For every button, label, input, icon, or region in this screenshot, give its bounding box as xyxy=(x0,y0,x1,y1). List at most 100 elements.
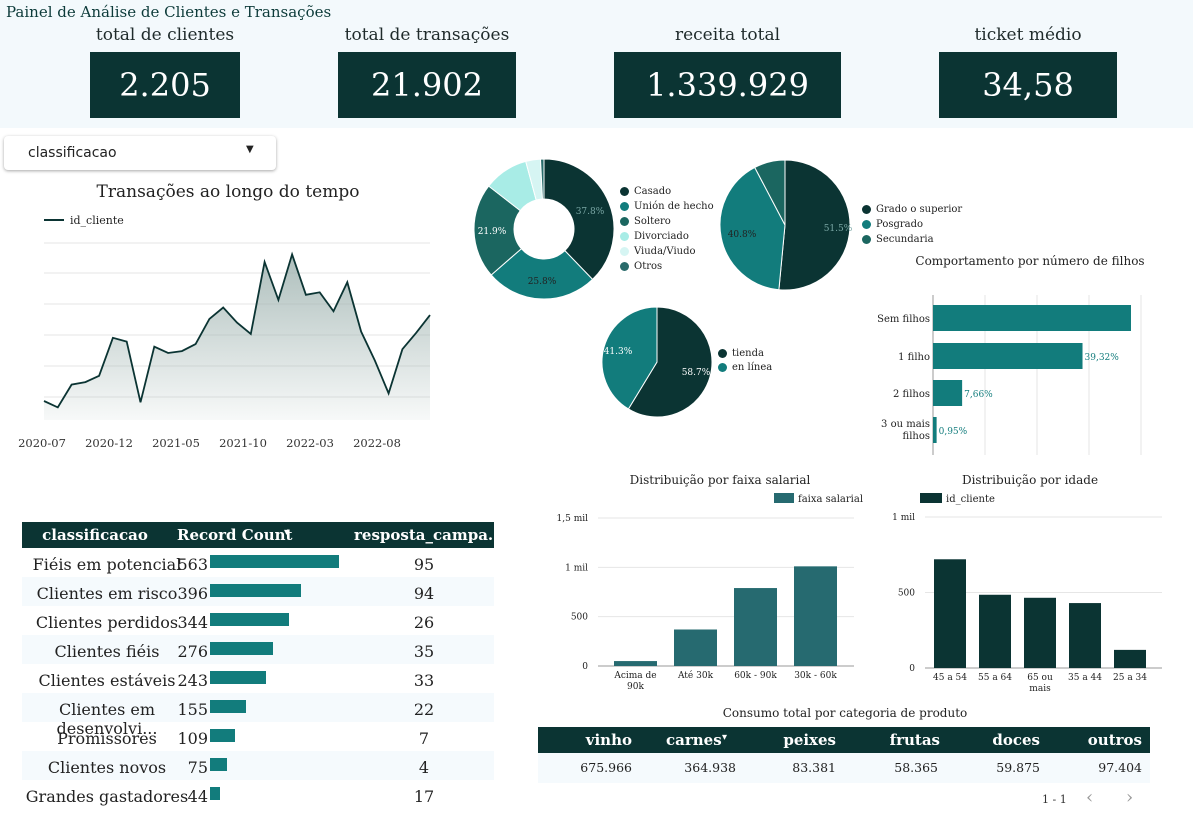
table-row[interactable]: Fiéis em potencial 563 95 xyxy=(22,548,494,577)
dropdown-arrow-icon: ▼ xyxy=(246,144,254,155)
peixes-value: 83.381 xyxy=(792,760,836,775)
kids-bar xyxy=(933,417,937,443)
outros-col-header[interactable]: outros xyxy=(1078,731,1142,749)
bar xyxy=(794,566,837,666)
doces-col-header[interactable]: doces xyxy=(978,731,1040,749)
row-resposta-campanha: 17 xyxy=(413,787,435,806)
row-count-bar xyxy=(210,642,274,655)
line-chart-x-ticks: 2020-07 2020-12 2021-05 2021-10 2022-03 2022-… xyxy=(18,436,401,450)
y-tick-label: 1,5 mil xyxy=(557,514,589,524)
legend-item-viuda: Viuda/Viudo xyxy=(620,246,730,257)
salary-legend-label: faixa salarial xyxy=(798,494,863,505)
kids-category-label: 3 ou mais xyxy=(881,419,930,430)
row-record-count: 276 xyxy=(177,642,208,661)
kids-data-label: 39,32% xyxy=(1085,353,1120,363)
row-count-bar xyxy=(210,758,228,771)
row-record-count: 344 xyxy=(177,613,208,632)
sort-desc-icon[interactable]: ▾ xyxy=(284,527,289,538)
children-bar-chart: Sem filhos 1 filho 39,32% 2 filhos 7,66% 3 ou… xyxy=(877,295,1142,455)
peixes-col-header[interactable]: peixes xyxy=(774,731,836,749)
row-count-bar xyxy=(210,613,289,626)
resposta-col-header[interactable]: resposta_campa... xyxy=(354,526,504,544)
x-category-label: Acima de xyxy=(613,671,656,681)
x-category-label: 55 a 64 xyxy=(978,673,1012,683)
row-resposta-campanha: 33 xyxy=(413,671,435,690)
legend-item-posgrado: Posgrado xyxy=(862,219,982,230)
education-pie-chart: 51.5% 40.8% xyxy=(720,159,853,291)
kpi-label-revenue: receita total xyxy=(674,25,781,45)
kpi-value-transactions: 21.902 xyxy=(338,52,516,118)
row-record-count: 44 xyxy=(187,787,208,806)
kids-bar xyxy=(933,380,963,406)
kpi-label-transactions: total de transações xyxy=(344,25,510,45)
kpi-value-ticket: 34,58 xyxy=(939,52,1117,118)
x-category-label: 25 a 34 xyxy=(1113,673,1147,683)
legend-item-secundaria: Secundaria xyxy=(862,234,982,245)
sort-desc-icon[interactable]: ▾ xyxy=(722,732,727,743)
x-category-label: 90k xyxy=(627,682,644,692)
next-page-icon[interactable]: › xyxy=(1126,787,1133,808)
classificacao-filter-dropdown[interactable]: classificacao ▼ xyxy=(4,136,276,170)
table-row[interactable]: Clientes estáveis 243 33 xyxy=(22,664,494,693)
table-row[interactable]: Clientes perdidos 344 26 xyxy=(22,606,494,635)
line-chart: id_cliente 2020-07 2020-12 2021-05 2021-10 2… xyxy=(18,214,431,450)
row-record-count: 396 xyxy=(177,584,208,603)
bar xyxy=(979,594,1011,668)
y-tick-label: 500 xyxy=(898,589,915,599)
table-row[interactable]: Clientes fiéis 276 35 xyxy=(22,635,494,664)
row-classificacao: Grandes gastadores xyxy=(25,787,189,806)
record-count-col-header[interactable]: Record Count xyxy=(177,526,292,544)
class-table-header: classificacao Record Count ▾ resposta_ca… xyxy=(22,522,504,548)
pie-data-label: 37.8% xyxy=(576,207,605,217)
bar xyxy=(674,629,717,666)
pie-data-label: 25.8% xyxy=(528,277,557,287)
pie-data-label: 21.9% xyxy=(478,227,507,237)
row-record-count: 109 xyxy=(177,729,208,748)
bar xyxy=(1024,597,1056,668)
bar xyxy=(1114,649,1146,668)
legend-item-tienda: tienda xyxy=(718,348,798,359)
x-category-label: 45 a 54 xyxy=(933,673,967,683)
age-bar-chart: id_cliente 0 500 1 mil 45 a 54 55 a 64 65 oum… xyxy=(892,493,1162,694)
row-resposta-campanha: 7 xyxy=(418,729,430,748)
consumo-table-header: vinho carnes ▾ peixes frutas doces outro… xyxy=(538,727,1150,753)
carnes-value: 364.938 xyxy=(684,760,736,775)
row-count-bar xyxy=(210,700,246,713)
line-legend-label: id_cliente xyxy=(70,214,124,227)
outros-value: 97.404 xyxy=(1098,760,1142,775)
kids-bar xyxy=(933,305,1131,331)
table-row[interactable]: Clientes em desenvolvi... 155 22 xyxy=(22,693,494,738)
legend-item-otros: Otros xyxy=(620,261,730,272)
bar xyxy=(614,661,657,666)
row-resposta-campanha: 95 xyxy=(413,555,435,574)
frutas-col-header[interactable]: frutas xyxy=(878,731,940,749)
row-resposta-campanha: 4 xyxy=(418,758,430,777)
y-tick-label: 500 xyxy=(571,613,588,623)
table-row[interactable]: Clientes novos 75 4 xyxy=(22,751,494,780)
table-row[interactable]: Grandes gastadores 44 17 xyxy=(22,780,494,809)
class-col-header[interactable]: classificacao xyxy=(22,526,168,544)
row-classificacao: Clientes novos xyxy=(47,758,167,777)
kpi-label-ticket: ticket médio xyxy=(974,25,1082,45)
row-count-bar xyxy=(210,671,266,684)
legend-item-en-linea: en línea xyxy=(718,362,798,373)
carnes-col-header[interactable]: carnes xyxy=(666,731,722,749)
row-resposta-campanha: 35 xyxy=(413,642,435,661)
pie-data-label: 41.3% xyxy=(604,347,633,357)
legend-item-divorciado: Divorciado xyxy=(620,231,730,242)
legend-item-grado: Grado o superior xyxy=(862,204,982,215)
frutas-value: 58.365 xyxy=(894,760,938,775)
salary-chart-title: Distribuição por faixa salarial xyxy=(629,473,811,487)
line-x-tick-label: 2021-10 xyxy=(219,436,267,450)
table-row[interactable]: Promissores 109 7 xyxy=(22,722,494,751)
row-record-count: 243 xyxy=(177,671,208,690)
table-row[interactable]: Clientes em risco 396 94 xyxy=(22,577,494,606)
prev-page-icon[interactable]: ‹ xyxy=(1086,787,1093,808)
vinho-col-header[interactable]: vinho xyxy=(578,731,632,749)
vinho-value: 675.966 xyxy=(580,760,632,775)
line-x-tick-label: 2022-03 xyxy=(286,436,334,450)
kids-category-label: 1 filho xyxy=(898,352,930,363)
row-record-count: 563 xyxy=(177,555,208,574)
salary-bar-chart: faixa salarial 0 500 1 mil 1,5 mil Acima de9… xyxy=(557,493,863,692)
children-chart-title: Comportamento por número de filhos xyxy=(915,254,1145,268)
